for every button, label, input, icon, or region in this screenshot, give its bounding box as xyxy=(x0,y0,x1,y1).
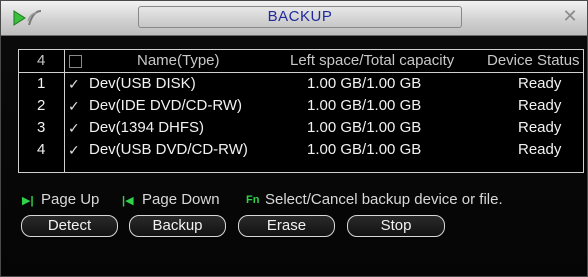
page-up-hint: Page Up xyxy=(41,191,100,208)
window-title: BACKUP xyxy=(267,8,333,25)
row-status: Ready xyxy=(518,141,562,158)
row-space: 1.00 GB/1.00 GB xyxy=(307,119,422,136)
checkmark-icon[interactable]: ✓ xyxy=(68,120,84,136)
row-status: Ready xyxy=(518,97,562,114)
page-down-icon: |◀ xyxy=(122,195,134,207)
backup-button[interactable]: Backup xyxy=(129,215,226,237)
fn-key-icon: Fn xyxy=(246,194,260,206)
table-row[interactable]: 1 ✓ Dev(USB DISK) 1.00 GB/1.00 GB Ready xyxy=(19,73,583,95)
row-space: 1.00 GB/1.00 GB xyxy=(307,141,422,158)
title-bar: BACKUP ✕ xyxy=(1,1,587,36)
row-index: 1 xyxy=(37,75,46,92)
row-name: Dev(1394 DHFS) xyxy=(89,119,205,136)
select-all-checkbox[interactable] xyxy=(69,55,82,68)
header-count: 4 xyxy=(37,52,46,69)
checkmark-icon[interactable]: ✓ xyxy=(68,142,84,158)
stop-button[interactable]: Stop xyxy=(347,215,445,237)
erase-button[interactable]: Erase xyxy=(238,215,335,237)
row-index: 4 xyxy=(37,141,46,158)
table-header: 4 Name(Type) Left space/Total capacity D… xyxy=(19,50,583,73)
row-index: 2 xyxy=(37,97,46,114)
device-table: 4 Name(Type) Left space/Total capacity D… xyxy=(18,49,584,173)
title-box: BACKUP xyxy=(138,6,462,28)
close-icon[interactable]: ✕ xyxy=(561,7,579,25)
fn-hint: Select/Cancel backup device or file. xyxy=(265,191,503,208)
row-space: 1.00 GB/1.00 GB xyxy=(307,75,422,92)
table-row[interactable]: 3 ✓ Dev(1394 DHFS) 1.00 GB/1.00 GB Ready xyxy=(19,117,583,139)
page-up-icon: ▶| xyxy=(22,195,34,207)
row-status: Ready xyxy=(518,75,562,92)
backup-window: BACKUP ✕ 4 Name(Type) Left space/Total c… xyxy=(0,0,588,277)
table-row[interactable]: 2 ✓ Dev(IDE DVD/CD-RW) 1.00 GB/1.00 GB R… xyxy=(19,95,583,117)
arrow-wave-logo-icon xyxy=(13,10,42,26)
checkmark-icon[interactable]: ✓ xyxy=(68,76,84,92)
row-name: Dev(USB DVD/CD-RW) xyxy=(89,141,248,158)
row-index: 3 xyxy=(37,119,46,136)
row-space: 1.00 GB/1.00 GB xyxy=(307,97,422,114)
checkmark-icon[interactable]: ✓ xyxy=(68,98,84,114)
row-status: Ready xyxy=(518,119,562,136)
row-name: Dev(IDE DVD/CD-RW) xyxy=(89,97,243,114)
row-name: Dev(USB DISK) xyxy=(89,75,196,92)
page-down-hint: Page Down xyxy=(142,191,220,208)
table-row[interactable]: 4 ✓ Dev(USB DVD/CD-RW) 1.00 GB/1.00 GB R… xyxy=(19,139,583,161)
header-status: Device Status xyxy=(487,52,580,69)
header-space: Left space/Total capacity xyxy=(290,52,455,69)
detect-button[interactable]: Detect xyxy=(21,215,118,237)
header-name: Name(Type) xyxy=(137,52,220,69)
